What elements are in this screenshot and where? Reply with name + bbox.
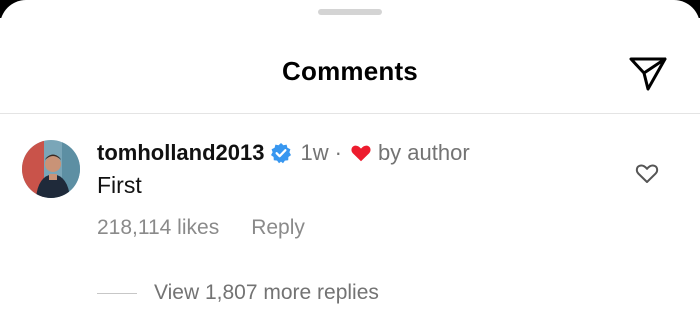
avatar[interactable] (22, 140, 80, 198)
liked-by-author-label: by author (377, 140, 470, 165)
page-title: Comments (282, 56, 418, 86)
sheet-grabber[interactable] (318, 9, 382, 15)
replies-line (97, 292, 137, 294)
comments-sheet: Comments tomholland2013 1w · by author F… (0, 0, 700, 327)
avatar-image (22, 140, 80, 198)
reply-button[interactable]: Reply (251, 216, 305, 240)
share-button[interactable] (627, 52, 669, 94)
heart-outline-icon (635, 164, 659, 183)
likes-count[interactable]: 218,114 likes (97, 216, 219, 240)
view-replies-label[interactable]: View 1,807 more replies (154, 281, 379, 305)
comment-username[interactable]: tomholland2013 (97, 140, 264, 166)
comment-meta: 218,114 likes Reply (97, 216, 305, 240)
heart-filled-icon (350, 142, 372, 164)
comment-time: 1w (300, 140, 329, 165)
header-divider (0, 113, 700, 114)
view-replies[interactable]: View 1,807 more replies (97, 281, 379, 305)
like-button[interactable] (632, 158, 662, 188)
paper-plane-icon (629, 57, 667, 91)
comment-header: tomholland2013 1w · by author (97, 138, 470, 168)
separator-dot: · (334, 140, 342, 165)
comment-text: First (97, 172, 142, 198)
verified-badge-icon (270, 142, 292, 164)
